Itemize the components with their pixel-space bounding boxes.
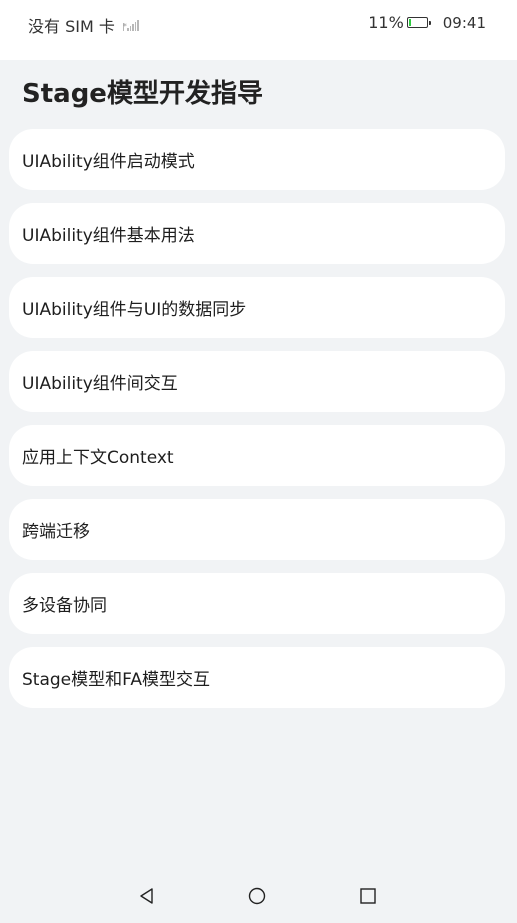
list-item-label: 跨端迁移 [22, 522, 90, 542]
list-item-uiability-interaction[interactable]: UIAbility组件间交互 [9, 351, 505, 412]
list-item-app-context[interactable]: 应用上下文Context [9, 425, 505, 486]
list-item-uiability-basic-usage[interactable]: UIAbility组件基本用法 [9, 203, 505, 264]
battery-icon [406, 17, 431, 28]
page-title: Stage模型开发指导 [22, 79, 263, 109]
list-item-label: UIAbility组件基本用法 [22, 226, 195, 246]
carrier-label: 没有 SIM 卡 [28, 17, 115, 36]
list-item-label: UIAbility组件启动模式 [22, 152, 195, 172]
recent-square-icon[interactable] [358, 886, 378, 906]
list-item-label: UIAbility组件与UI的数据同步 [22, 300, 247, 320]
list-item-label: 多设备协同 [22, 596, 107, 616]
back-triangle-icon[interactable] [137, 886, 157, 906]
signal-icon: * [122, 19, 139, 31]
list-item-cross-device-migration[interactable]: 跨端迁移 [9, 499, 505, 560]
list-item-uiability-launch-mode[interactable]: UIAbility组件启动模式 [9, 129, 505, 190]
list-item-label: Stage模型和FA模型交互 [22, 670, 210, 690]
status-bar: 没有 SIM 卡 * 11% 09:41 [0, 0, 517, 60]
battery-percent: 11% [368, 13, 404, 32]
list-item-uiability-ui-data-sync[interactable]: UIAbility组件与UI的数据同步 [9, 277, 505, 338]
list-item-label: UIAbility组件间交互 [22, 374, 178, 394]
menu-list: UIAbility组件启动模式 UIAbility组件基本用法 UIAbilit… [9, 129, 505, 721]
system-status: 11% 09:41 [368, 13, 486, 32]
home-circle-icon[interactable] [247, 886, 267, 906]
list-item-multi-device-collab[interactable]: 多设备协同 [9, 573, 505, 634]
carrier-status: 没有 SIM 卡 * [28, 13, 139, 37]
navigation-bar [0, 878, 517, 923]
list-item-stage-fa-interaction[interactable]: Stage模型和FA模型交互 [9, 647, 505, 708]
list-item-label: 应用上下文Context [22, 448, 174, 468]
clock: 09:41 [442, 13, 486, 32]
